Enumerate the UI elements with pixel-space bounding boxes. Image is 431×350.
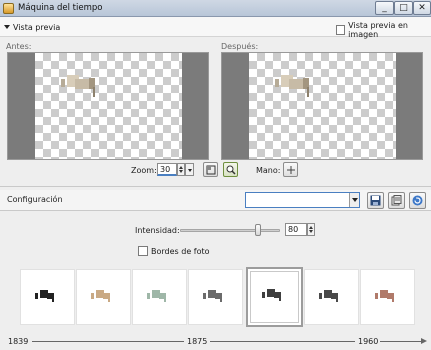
preset-photo	[375, 290, 397, 302]
preset-thumbnails	[0, 267, 431, 329]
timeline-start-label: 1839	[8, 337, 29, 346]
fit-to-window-button[interactable]	[203, 162, 218, 177]
zoom-input[interactable]: 30	[157, 163, 177, 176]
preview-in-image-box[interactable]	[336, 25, 346, 35]
window-title: Máquina del tiempo	[18, 3, 103, 13]
minimize-button[interactable]: _	[375, 1, 394, 15]
minimize-icon: _	[382, 3, 387, 13]
close-button[interactable]: ✕	[413, 1, 431, 15]
preset-thumbnail[interactable]	[76, 269, 131, 325]
preview-in-image-checkbox[interactable]: Vista previa en imagen	[336, 21, 431, 39]
close-icon: ✕	[418, 3, 426, 13]
timeline-end-label: 1960	[358, 337, 379, 346]
preset-thumbnail[interactable]	[246, 267, 303, 327]
divider	[0, 210, 431, 211]
zoom-dropdown-button[interactable]	[185, 163, 194, 176]
preset-thumbnail[interactable]	[304, 269, 359, 325]
save-icon	[370, 195, 381, 206]
preset-combo[interactable]	[245, 192, 360, 208]
intensity-spinner[interactable]	[307, 223, 315, 236]
pan-label: Mano:	[256, 166, 281, 175]
timeline: 1839 1875 1960	[0, 336, 431, 348]
preview-section-label: Vista previa	[13, 22, 61, 32]
reset-icon	[412, 195, 423, 206]
preset-manager-icon	[391, 195, 402, 206]
preview-collapse-toggle[interactable]: Vista previa	[4, 21, 60, 33]
preset-thumbnail[interactable]	[20, 269, 75, 325]
maximize-button[interactable]: □	[394, 1, 413, 15]
fit-window-icon	[206, 165, 216, 175]
after-preview-pane[interactable]	[221, 52, 423, 160]
preset-photo	[35, 290, 57, 302]
preset-photo	[91, 290, 113, 302]
photo-borders-label: Bordes de foto	[151, 246, 210, 256]
intensity-label: Intensidad:	[135, 226, 180, 235]
preset-photo	[203, 290, 225, 302]
pan-tool-button[interactable]	[283, 162, 298, 177]
photo-borders-box[interactable]	[138, 246, 148, 256]
timeline-arrow-icon	[421, 338, 427, 344]
zoom-spinner[interactable]	[177, 163, 185, 176]
app-icon	[3, 3, 14, 14]
transparency-checker	[35, 53, 182, 159]
after-label: Después:	[221, 42, 259, 51]
timeline-line	[32, 341, 184, 342]
intensity-slider-thumb[interactable]	[255, 224, 262, 236]
preset-photo	[262, 289, 284, 301]
save-preset-button[interactable]	[367, 192, 384, 209]
timeline-line	[210, 341, 355, 342]
preset-thumbnail[interactable]	[360, 269, 415, 325]
maximize-icon: □	[399, 3, 408, 13]
preset-thumbnail[interactable]	[188, 269, 243, 325]
move-cross-icon	[287, 166, 295, 174]
transparency-checker	[249, 53, 396, 159]
before-preview-pane[interactable]	[7, 52, 209, 160]
configuration-row: Configuración	[0, 190, 431, 210]
title-bar: Máquina del tiempo _ □ ✕	[0, 0, 431, 17]
reset-button[interactable]	[409, 192, 426, 209]
zoom-tool-button[interactable]	[223, 162, 238, 177]
configuration-label: Configuración	[7, 195, 63, 204]
magnifier-icon	[226, 165, 236, 175]
preview-photo	[57, 73, 105, 97]
preview-photo	[271, 73, 319, 97]
chevron-down-icon[interactable]	[349, 193, 359, 207]
timeline-line	[380, 341, 422, 342]
photo-borders-checkbox[interactable]: Bordes de foto	[138, 246, 210, 256]
divider	[0, 186, 431, 187]
before-label: Antes:	[6, 42, 32, 51]
chevron-down-icon	[4, 25, 10, 29]
preset-photo	[147, 290, 169, 302]
intensity-input[interactable]: 80	[285, 223, 307, 236]
manage-presets-button[interactable]	[388, 192, 405, 209]
preset-thumbnail[interactable]	[132, 269, 187, 325]
preview-header: Vista previa Vista previa en imagen	[0, 17, 431, 39]
intensity-slider-track[interactable]	[180, 229, 280, 232]
timeline-middle-label: 1875	[187, 337, 208, 346]
preview-in-image-label: Vista previa en imagen	[348, 21, 408, 39]
zoom-label: Zoom:	[131, 166, 157, 175]
preset-photo	[319, 290, 341, 302]
